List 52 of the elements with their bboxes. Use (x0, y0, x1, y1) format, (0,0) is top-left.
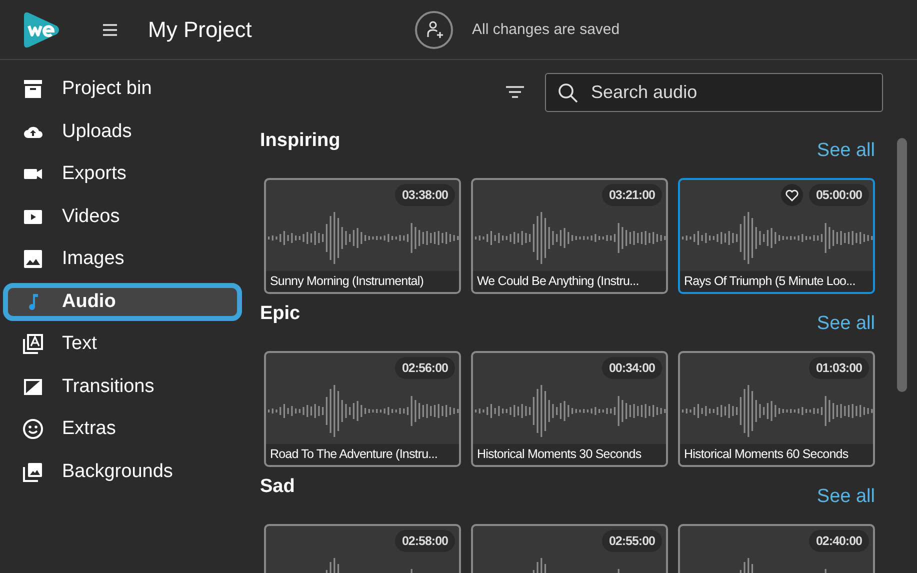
audio-card[interactable]: 05:00:00 Rays Of Triumph (5 Minute Loo... (678, 178, 875, 294)
see-all-link[interactable]: See all (816, 140, 875, 162)
image-icon (22, 248, 44, 270)
sidebar-item[interactable]: Text (3, 325, 242, 363)
sidebar-item[interactable]: Backgrounds (3, 452, 242, 490)
menu-icon[interactable] (102, 22, 118, 36)
sidebar-item[interactable]: Audio (3, 282, 242, 320)
audio-card[interactable]: 02:55:00 (471, 524, 668, 573)
track-title: Road To The Adventure (Instru... (266, 444, 459, 465)
scrollbar-thumb[interactable] (897, 138, 907, 392)
audio-card[interactable]: 03:21:00 We Could Be Anything (Instru... (471, 178, 668, 294)
sidebar-item[interactable]: Project bin (3, 70, 242, 108)
project-title: My Project (148, 16, 253, 42)
duration-badge: 02:40:00 (808, 530, 869, 552)
audio-card[interactable]: 01:03:00 Historical Moments 60 Seconds (678, 351, 875, 467)
layers-icon (22, 460, 44, 482)
sidebar-item[interactable]: Exports (3, 155, 242, 193)
duration-badge: 02:58:00 (394, 530, 455, 552)
search-field[interactable]: Search audio (545, 72, 883, 112)
audio-card[interactable]: 03:38:00 Sunny Morning (Instrumental) (264, 178, 461, 294)
duration-badge: 03:21:00 (602, 184, 662, 206)
smile-icon (22, 418, 44, 440)
see-all-link[interactable]: See all (816, 313, 875, 335)
duration-badge: 02:55:00 (602, 530, 662, 552)
bin-icon (22, 78, 44, 100)
add-user-button[interactable] (415, 10, 453, 48)
audio-card[interactable]: 02:56:00 Road To The Adventure (Instru... (264, 351, 461, 467)
track-title: Sunny Morning (Instrumental) (266, 271, 459, 292)
duration-badge: 00:34:00 (602, 357, 662, 379)
duration-badge: 01:03:00 (808, 357, 869, 379)
filter-icon[interactable] (505, 85, 525, 99)
sidebar-item[interactable]: Extras (3, 410, 242, 448)
track-title: Rays Of Triumph (5 Minute Loo... (680, 271, 873, 292)
save-status: All changes are saved (472, 21, 620, 38)
sidebar-item[interactable]: Images (3, 240, 242, 278)
category-heading: Inspiring (260, 130, 340, 152)
track-title: Historical Moments 30 Seconds (473, 444, 666, 465)
audio-card[interactable]: 02:40:00 (678, 524, 875, 573)
audio-card[interactable]: 02:58:00 (264, 524, 461, 573)
sidebar-item[interactable]: Transitions (3, 368, 242, 406)
audio-card[interactable]: 00:34:00 Historical Moments 30 Seconds (471, 351, 668, 467)
duration-badge: 05:00:00 (808, 184, 869, 206)
sidebar-item[interactable]: Uploads (3, 112, 242, 150)
duration-badge: 02:56:00 (394, 357, 455, 379)
track-title: Historical Moments 60 Seconds (680, 444, 873, 465)
see-all-link[interactable]: See all (816, 486, 875, 508)
duration-badge: 03:38:00 (394, 184, 455, 206)
text-icon (22, 333, 44, 355)
track-title: We Could Be Anything (Instru... (473, 271, 666, 292)
category-heading: Epic (260, 303, 300, 325)
sidebar-item[interactable]: Videos (3, 198, 242, 236)
category-heading: Sad (260, 476, 295, 498)
